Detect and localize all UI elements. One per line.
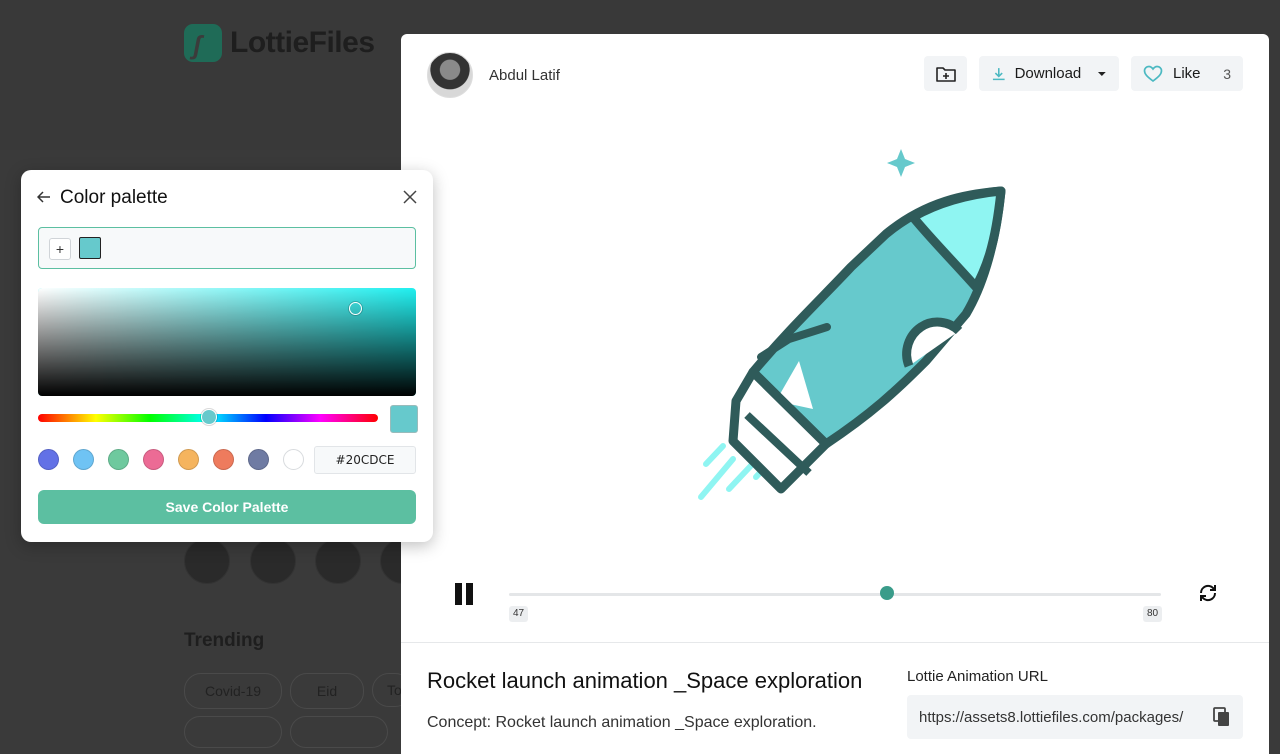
preset-color-swatch[interactable]: [248, 449, 269, 470]
loop-icon: [1199, 584, 1217, 602]
avatar[interactable]: [184, 538, 230, 584]
preset-color-swatch[interactable]: [38, 449, 59, 470]
trending-chip[interactable]: Covid-19: [184, 673, 282, 709]
trending-chip[interactable]: [184, 716, 282, 748]
palette-title: Color palette: [60, 187, 168, 208]
rocket-animation[interactable]: [681, 139, 1021, 519]
author-avatar[interactable]: [427, 52, 473, 98]
logo-text: LottieFiles: [230, 26, 375, 59]
download-icon: [992, 67, 1005, 80]
like-label: Like: [1173, 65, 1201, 82]
hue-slider-thumb[interactable]: [201, 409, 217, 425]
add-to-folder-button[interactable]: [924, 56, 967, 91]
frame-start-label: 47: [509, 606, 529, 622]
preset-color-swatch[interactable]: [143, 449, 164, 470]
url-field[interactable]: https://assets8.lottiefiles.com/packages…: [907, 695, 1243, 739]
like-count: 3: [1223, 65, 1231, 82]
animation-title: Rocket launch animation _Space explorati…: [427, 668, 863, 693]
copy-icon[interactable]: [1213, 707, 1231, 727]
url-label: Lottie Animation URL: [907, 668, 1048, 685]
hex-input[interactable]: #20CDCE: [314, 446, 416, 474]
seek-thumb[interactable]: [880, 586, 895, 600]
loop-button[interactable]: [1197, 582, 1219, 609]
lottiefiles-logo-icon: ʃ: [184, 24, 222, 62]
animation-description: Concept: Rocket launch animation _Space …: [427, 714, 817, 731]
caret-down-icon: [1098, 71, 1107, 76]
lottiefiles-logo[interactable]: ʃ LottieFiles: [184, 24, 375, 62]
pause-icon: [455, 583, 462, 605]
save-color-palette-button[interactable]: Save Color Palette: [38, 490, 416, 524]
trending-chip[interactable]: Eid: [290, 673, 364, 709]
folder-plus-icon: [935, 66, 956, 82]
pause-icon-bar: [466, 583, 473, 605]
author-name[interactable]: Abdul Latif: [489, 67, 560, 84]
color-palette-panel: Color palette + #20CDCE Save Color Palet…: [21, 170, 433, 542]
divider: [401, 642, 1269, 643]
sv-pointer[interactable]: [349, 302, 362, 315]
like-button[interactable]: Like 3: [1131, 56, 1243, 91]
trending-heading: Trending: [184, 630, 265, 651]
seek-bar[interactable]: [509, 593, 1161, 596]
close-icon[interactable]: [403, 190, 417, 209]
heart-icon: [1143, 65, 1163, 82]
frame-end-label: 80: [1143, 606, 1163, 622]
color-preview: [390, 405, 418, 433]
download-label: Download: [1014, 65, 1082, 82]
palette-swatches: +: [38, 227, 416, 269]
preset-color-swatch[interactable]: [213, 449, 234, 470]
back-arrow-icon[interactable]: [36, 190, 51, 208]
add-color-button[interactable]: +: [49, 238, 71, 260]
avatar[interactable]: [315, 538, 361, 584]
selected-swatch[interactable]: [79, 237, 101, 259]
author-info[interactable]: Abdul Latif: [427, 52, 560, 98]
avatar[interactable]: [250, 538, 296, 584]
preset-color-swatch[interactable]: [178, 449, 199, 470]
trending-chip[interactable]: [290, 716, 388, 748]
preset-color-swatch[interactable]: [73, 449, 94, 470]
player-controls: 47 80: [401, 574, 1269, 644]
sparkle-icon: [887, 149, 915, 177]
preset-color-swatch[interactable]: [108, 449, 129, 470]
animation-modal: Abdul Latif Download Like 3 47 80 Rocket…: [401, 34, 1269, 754]
download-button[interactable]: Download: [979, 56, 1119, 91]
preset-color-swatch[interactable]: [283, 449, 304, 470]
pause-button[interactable]: [453, 583, 475, 605]
url-value[interactable]: https://assets8.lottiefiles.com/packages…: [919, 709, 1209, 726]
preset-colors: [38, 449, 304, 470]
saturation-value-picker[interactable]: [38, 288, 416, 396]
top-actions: Download Like 3: [924, 56, 1243, 91]
